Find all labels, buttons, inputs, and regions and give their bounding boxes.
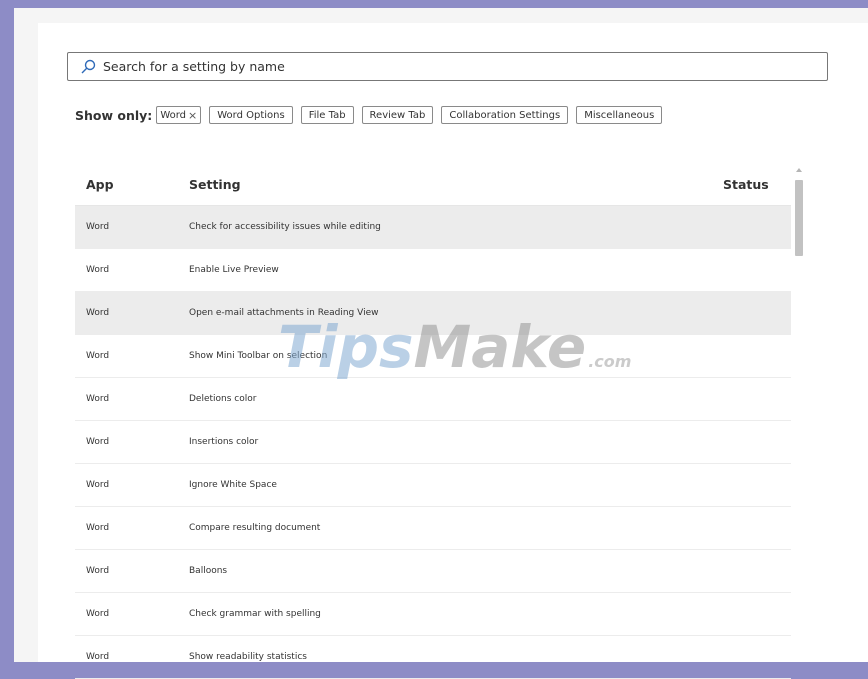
table-row[interactable]: Word Check grammar with spelling xyxy=(75,593,791,636)
cell-app: Word xyxy=(86,480,110,490)
cell-app: Word xyxy=(86,523,110,533)
table-row[interactable]: Word Enable Live Preview xyxy=(75,249,791,292)
filter-chip-word[interactable]: Word × xyxy=(156,106,202,124)
cell-app: Word xyxy=(86,609,110,619)
cell-app: Word xyxy=(86,308,110,318)
cell-setting: Balloons xyxy=(189,566,228,576)
cell-setting: Ignore White Space xyxy=(189,480,277,490)
filter-chip-word-options[interactable]: Word Options xyxy=(209,106,293,124)
table-row[interactable]: Word Open e-mail attachments in Reading … xyxy=(75,292,791,335)
column-header-setting[interactable]: Setting xyxy=(189,177,711,192)
vertical-scrollbar[interactable] xyxy=(792,164,806,662)
table-header: App Setting Status xyxy=(75,163,791,206)
cell-app: Word xyxy=(86,222,110,232)
cell-app: Word xyxy=(86,566,110,576)
filter-chip-collaboration-settings[interactable]: Collaboration Settings xyxy=(441,106,569,124)
search-icon xyxy=(81,59,96,73)
filter-label: Show only: xyxy=(75,107,153,123)
filter-chip-miscellaneous[interactable]: Miscellaneous xyxy=(576,106,663,124)
table-row[interactable]: Word Ignore White Space xyxy=(75,464,791,507)
table-row[interactable]: Word Insertions color xyxy=(75,421,791,464)
cell-setting: Open e-mail attachments in Reading View xyxy=(189,308,379,318)
cell-setting: Show readability statistics xyxy=(189,652,307,662)
cell-setting: Enable Live Preview xyxy=(189,265,279,275)
cell-app: Word xyxy=(86,652,110,662)
table-row[interactable]: Word Show readability statistics xyxy=(75,636,791,679)
filter-chip-file-tab[interactable]: File Tab xyxy=(300,106,354,124)
filter-chip-label: Word xyxy=(160,109,187,121)
close-icon[interactable]: × xyxy=(188,109,197,122)
settings-table: App Setting Status Word Check for access… xyxy=(75,163,791,679)
filter-chip-review-tab[interactable]: Review Tab xyxy=(361,106,434,124)
scroll-up-arrow-icon[interactable] xyxy=(792,164,806,176)
search-box[interactable] xyxy=(67,52,828,81)
filter-bar: Show only: Word × Word Options File Tab … xyxy=(75,104,670,126)
cell-setting: Insertions color xyxy=(189,437,259,447)
search-input[interactable] xyxy=(103,59,783,74)
settings-card: Show only: Word × Word Options File Tab … xyxy=(38,23,868,679)
cell-setting: Check for accessibility issues while edi… xyxy=(189,222,381,232)
cell-app: Word xyxy=(86,265,110,275)
cell-app: Word xyxy=(86,351,110,361)
cell-app: Word xyxy=(86,394,110,404)
table-row[interactable]: Word Check for accessibility issues whil… xyxy=(75,206,791,249)
cell-setting: Deletions color xyxy=(189,394,257,404)
policy-panel: Show only: Word × Word Options File Tab … xyxy=(14,8,868,679)
scrollbar-thumb[interactable] xyxy=(795,180,803,256)
cell-app: Word xyxy=(86,437,110,447)
column-header-status[interactable]: Status xyxy=(711,177,791,192)
cell-setting: Check grammar with spelling xyxy=(189,609,321,619)
table-row[interactable]: Word Balloons xyxy=(75,550,791,593)
cell-setting: Show Mini Toolbar on selection xyxy=(189,351,328,361)
table-row[interactable]: Word Show Mini Toolbar on selection xyxy=(75,335,791,378)
table-row[interactable]: Word Compare resulting document xyxy=(75,507,791,550)
column-header-app[interactable]: App xyxy=(75,177,189,192)
table-row[interactable]: Word Deletions color xyxy=(75,378,791,421)
cell-setting: Compare resulting document xyxy=(189,523,321,533)
